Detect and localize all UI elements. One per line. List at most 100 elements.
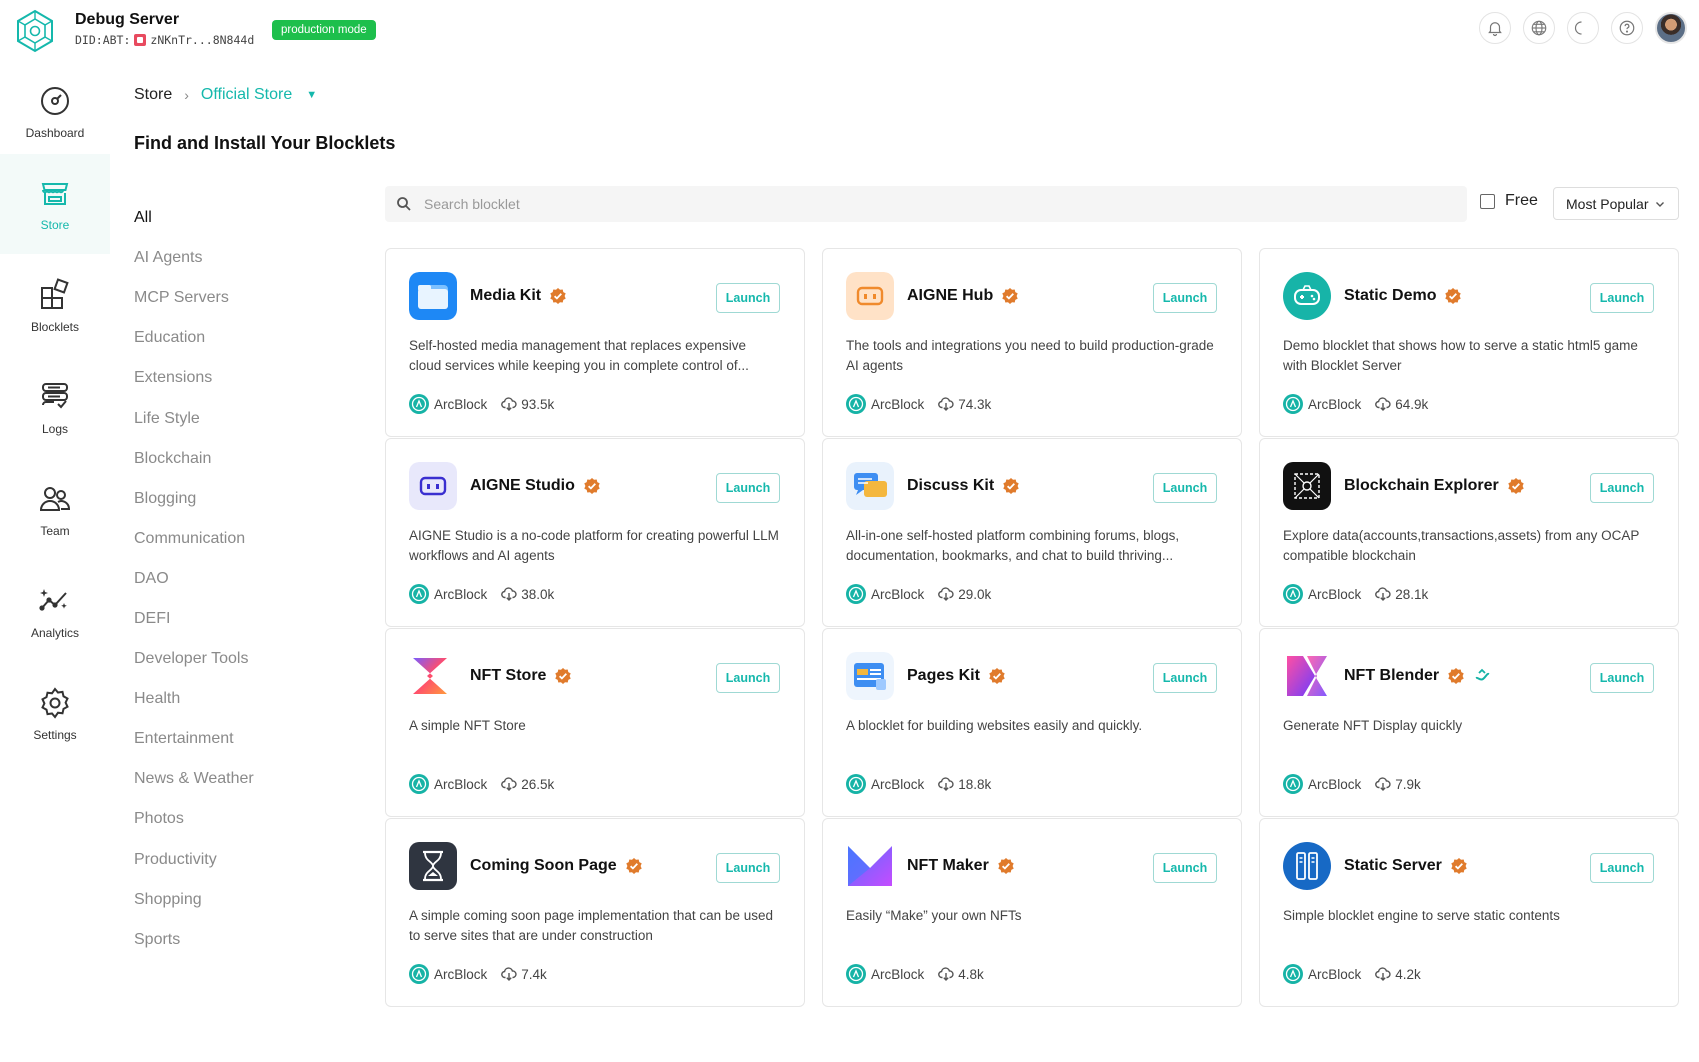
breadcrumb-store-link[interactable]: Store <box>134 86 172 104</box>
download-count-icon <box>501 966 517 982</box>
launch-button[interactable]: Launch <box>1153 473 1217 503</box>
blocklet-name[interactable]: Blockchain Explorer <box>1344 477 1499 495</box>
launch-button[interactable]: Launch <box>1590 473 1654 503</box>
blocklet-name[interactable]: Pages Kit <box>907 667 980 685</box>
author-name[interactable]: ArcBlock <box>1308 587 1361 602</box>
blocklet-card[interactable]: Discuss Kit Launch All-in-one self-hosted … <box>822 438 1242 627</box>
category-item[interactable]: Shopping <box>134 880 354 920</box>
blocklet-name[interactable]: NFT Maker <box>907 857 989 875</box>
blocklet-name[interactable]: Coming Soon Page <box>470 857 617 875</box>
bell-icon <box>1488 22 1502 37</box>
author-name[interactable]: ArcBlock <box>1308 777 1361 792</box>
launch-button[interactable]: Launch <box>716 473 780 503</box>
blocklet-card[interactable]: Media Kit Launch Self-hosted media managem… <box>385 248 805 437</box>
free-filter[interactable]: Free <box>1480 192 1538 210</box>
blockchain-explorer-icon <box>1283 462 1331 510</box>
nav-item-logs[interactable]: Logs <box>0 358 110 458</box>
blocklet-card[interactable]: AIGNE Studio Launch AIGNE Studio is a no-c… <box>385 438 805 627</box>
blocklets-icon <box>41 278 69 309</box>
blocklet-card[interactable]: NFT Maker Launch Easily “Make” your own NF… <box>822 818 1242 1007</box>
blocklet-name[interactable]: Static Demo <box>1344 287 1436 305</box>
blocklet-name[interactable]: Media Kit <box>470 287 541 305</box>
category-item[interactable]: Entertainment <box>134 719 354 759</box>
search-input[interactable] <box>424 196 1324 212</box>
category-item[interactable]: DEFI <box>134 599 354 639</box>
nav-item-dashboard[interactable]: Dashboard <box>0 62 110 162</box>
blocklet-name[interactable]: NFT Blender <box>1344 667 1439 685</box>
nav-item-analytics[interactable]: Analytics <box>0 562 110 662</box>
blocklet-name[interactable]: Static Server <box>1344 857 1442 875</box>
category-item[interactable]: Photos <box>134 799 354 839</box>
category-item[interactable]: All <box>134 198 354 238</box>
blocklet-card[interactable]: Static Server Launch Simple blocklet engin… <box>1259 818 1679 1007</box>
help-button[interactable] <box>1611 12 1643 44</box>
launch-button[interactable]: Launch <box>716 853 780 883</box>
search-box[interactable] <box>385 186 1467 222</box>
category-item[interactable]: AI Agents <box>134 238 354 278</box>
blocklet-card[interactable]: AIGNE Hub Launch The tools and integration… <box>822 248 1242 437</box>
author-name[interactable]: ArcBlock <box>1308 967 1361 982</box>
category-item[interactable]: Life Style <box>134 398 354 438</box>
category-item[interactable]: Blockchain <box>134 439 354 479</box>
blocklet-name[interactable]: AIGNE Studio <box>470 477 575 495</box>
blocklet-card[interactable]: Pages Kit Launch A blocklet for building w… <box>822 628 1242 817</box>
launch-button[interactable]: Launch <box>1590 853 1654 883</box>
author-name[interactable]: ArcBlock <box>871 587 924 602</box>
category-item[interactable]: Extensions <box>134 358 354 398</box>
launch-button[interactable]: Launch <box>1153 853 1217 883</box>
category-item[interactable]: Developer Tools <box>134 639 354 679</box>
caret-down-icon[interactable]: ▼ <box>306 89 317 101</box>
blocklet-server-logo-icon[interactable] <box>12 8 58 54</box>
server-did[interactable]: DID:ABT: zNKnTr...8N844d <box>75 33 254 47</box>
category-item[interactable]: News & Weather <box>134 759 354 799</box>
launch-button[interactable]: Launch <box>716 283 780 313</box>
blocklet-card[interactable]: NFT Blender Launch Generate NFT Display qu… <box>1259 628 1679 817</box>
category-item[interactable]: DAO <box>134 559 354 599</box>
aigne-studio-icon <box>409 462 457 510</box>
author-name[interactable]: ArcBlock <box>434 967 487 982</box>
author-name[interactable]: ArcBlock <box>871 967 924 982</box>
download-count-icon <box>1375 586 1391 602</box>
user-avatar[interactable] <box>1655 12 1687 44</box>
author-name[interactable]: ArcBlock <box>1308 397 1361 412</box>
free-checkbox[interactable] <box>1480 193 1495 209</box>
download-count-icon <box>1375 396 1391 412</box>
blocklet-description: Easily “Make” your own NFTs <box>846 908 1022 923</box>
did-value: zNKnTr...8N844d <box>150 33 255 47</box>
download-count-icon <box>1375 776 1391 792</box>
blocklet-name[interactable]: AIGNE Hub <box>907 287 993 305</box>
author-name[interactable]: ArcBlock <box>871 397 924 412</box>
category-item[interactable]: Education <box>134 318 354 358</box>
author-name[interactable]: ArcBlock <box>871 777 924 792</box>
blocklet-card[interactable]: Coming Soon Page Launch A simple coming so… <box>385 818 805 1007</box>
nav-item-settings[interactable]: Settings <box>0 664 110 764</box>
sort-select[interactable]: Most Popular <box>1553 187 1679 220</box>
notifications-button[interactable] <box>1479 12 1511 44</box>
nav-item-team[interactable]: Team <box>0 460 110 560</box>
category-item[interactable]: Productivity <box>134 840 354 880</box>
category-item[interactable]: Sports <box>134 920 354 960</box>
launch-button[interactable]: Launch <box>1590 283 1654 313</box>
author-name[interactable]: ArcBlock <box>434 397 487 412</box>
launch-button[interactable]: Launch <box>1153 283 1217 313</box>
launch-button[interactable]: Launch <box>1153 663 1217 693</box>
language-button[interactable] <box>1523 12 1555 44</box>
author-name[interactable]: ArcBlock <box>434 587 487 602</box>
category-item[interactable]: Health <box>134 679 354 719</box>
blocklet-name[interactable]: NFT Store <box>470 667 546 685</box>
blocklet-name[interactable]: Discuss Kit <box>907 477 994 495</box>
launch-button[interactable]: Launch <box>1590 663 1654 693</box>
nav-item-store[interactable]: Store <box>0 154 110 254</box>
nav-item-blocklets[interactable]: Blocklets <box>0 256 110 356</box>
author-name[interactable]: ArcBlock <box>434 777 487 792</box>
theme-toggle-button[interactable] <box>1567 12 1599 44</box>
launch-button[interactable]: Launch <box>716 663 780 693</box>
nav-label: Dashboard <box>25 126 85 140</box>
category-item[interactable]: Blogging <box>134 479 354 519</box>
blocklet-card[interactable]: Blockchain Explorer Launch Explore data(ac… <box>1259 438 1679 627</box>
blocklet-card[interactable]: NFT Store Launch A simple NFT Store ArcBloc… <box>385 628 805 817</box>
store-source-selector[interactable]: Official Store <box>201 86 292 104</box>
category-item[interactable]: MCP Servers <box>134 278 354 318</box>
blocklet-card[interactable]: Static Demo Launch Demo blocklet that show… <box>1259 248 1679 437</box>
category-item[interactable]: Communication <box>134 519 354 559</box>
